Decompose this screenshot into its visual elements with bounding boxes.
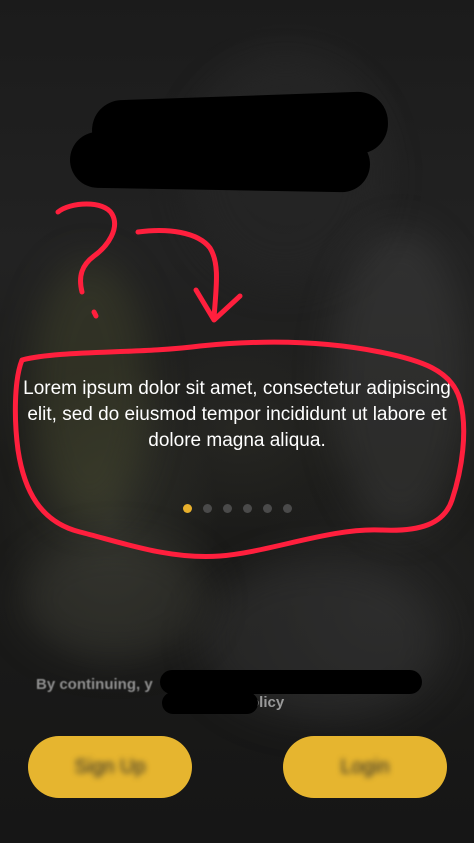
sign-up-label: Sign Up <box>74 755 146 778</box>
arrow-head-annotation <box>193 287 243 323</box>
sign-up-button[interactable]: Sign Up <box>28 736 192 798</box>
page-dot[interactable] <box>222 504 232 513</box>
redacted-title <box>69 131 371 193</box>
redacted-terms <box>160 670 422 694</box>
page-dot[interactable] <box>242 504 252 513</box>
redacted-terms <box>162 692 258 714</box>
background-photo-shape <box>20 540 210 660</box>
terms-text: By continuing, y <box>36 676 153 693</box>
page-dot-active[interactable] <box>182 504 192 513</box>
page-dot[interactable] <box>282 504 292 513</box>
login-label: Login <box>340 755 390 778</box>
page-dot[interactable] <box>202 504 212 513</box>
login-button[interactable]: Login <box>283 736 447 798</box>
onboarding-screen: Lorem ipsum dolor sit amet, consectetur … <box>0 0 474 843</box>
page-dot[interactable] <box>262 504 272 513</box>
page-indicator[interactable] <box>0 504 474 513</box>
onboarding-description: Lorem ipsum dolor sit amet, consectetur … <box>23 378 451 451</box>
arrow-annotation <box>135 228 219 321</box>
